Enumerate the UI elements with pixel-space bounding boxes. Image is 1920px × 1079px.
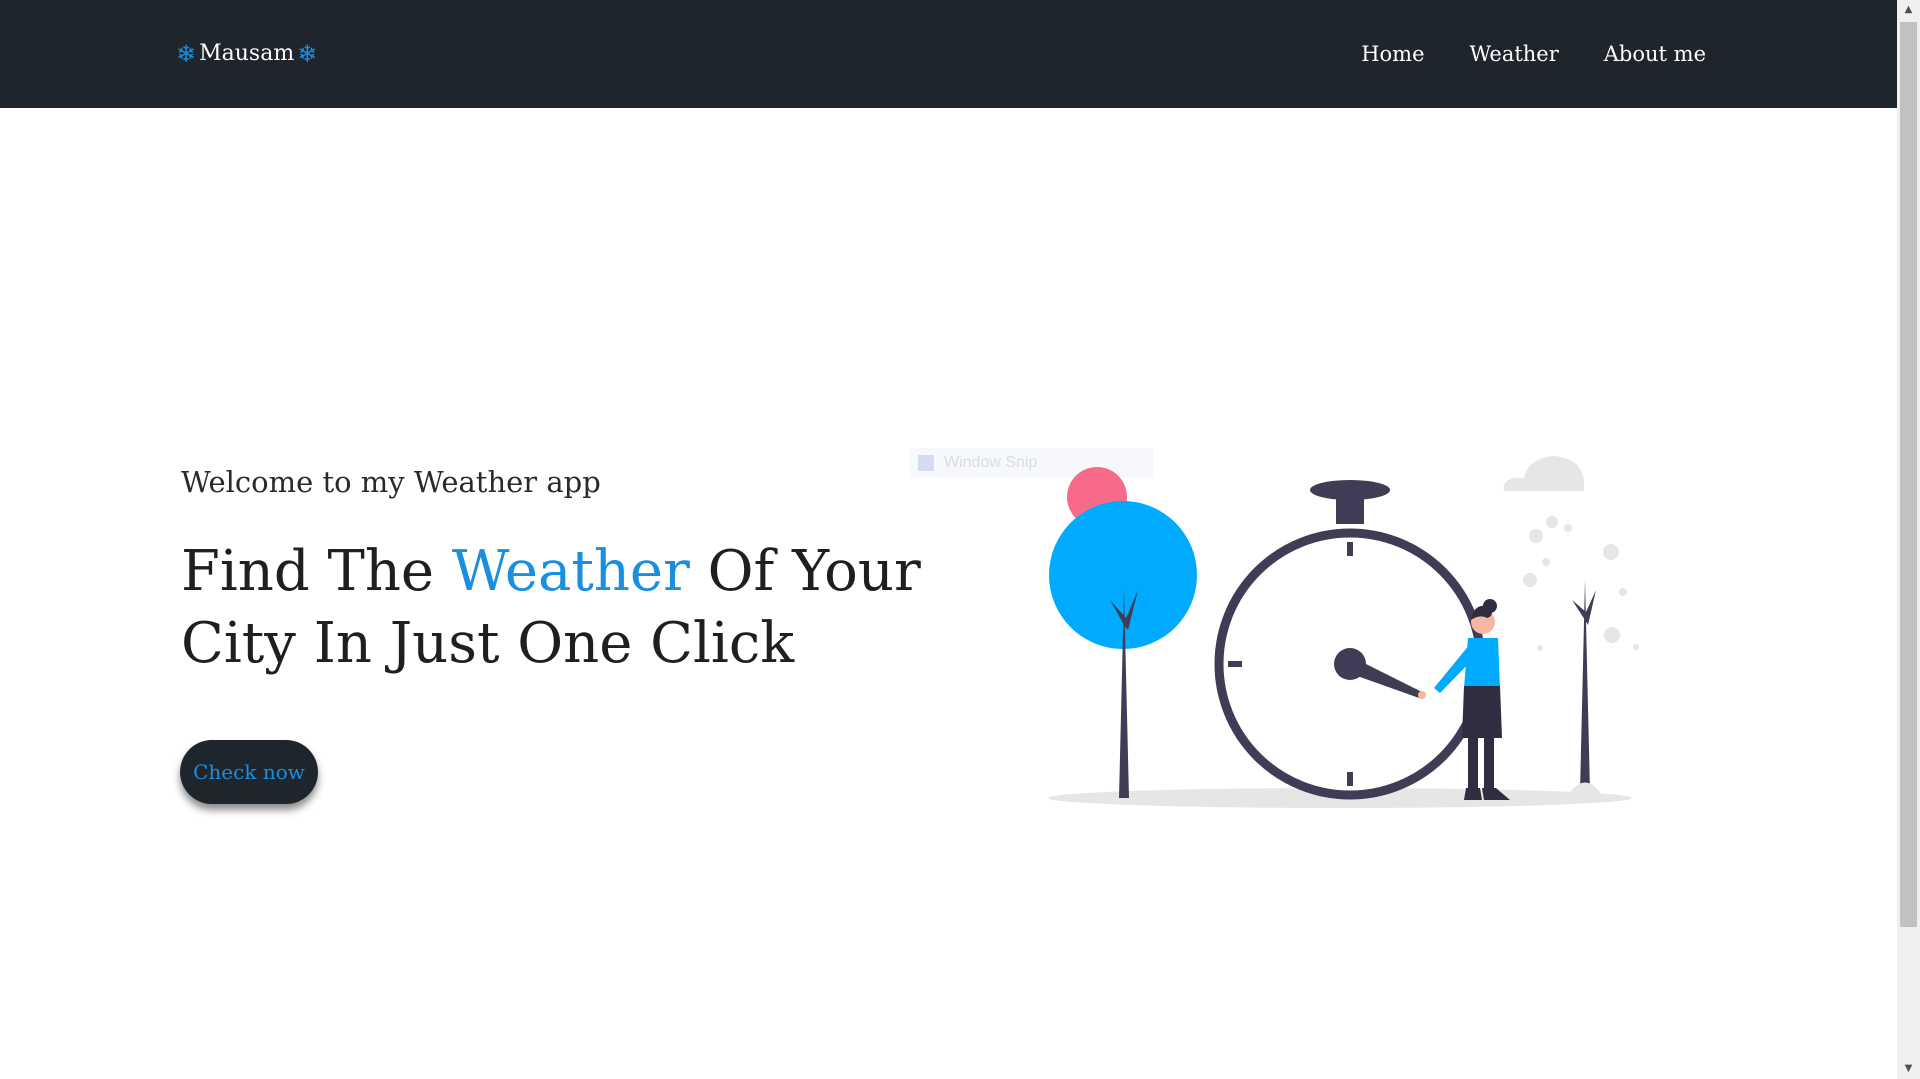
scroll-thumb[interactable] [1900, 22, 1917, 927]
snow-pile [1568, 782, 1602, 795]
clock-stem [1336, 492, 1364, 524]
navbar: ❄ Mausam ❄ Home Weather About me [0, 0, 1897, 108]
snowflake-icon: ❄ [176, 40, 197, 68]
window-snip-label: Window Snip [944, 454, 1038, 471]
person-hand [1418, 691, 1426, 699]
window-snip-icon [918, 455, 934, 471]
clock-tick-9 [1228, 661, 1242, 667]
brand-name: Mausam [199, 41, 295, 66]
brand-link[interactable]: ❄ Mausam ❄ [176, 37, 317, 71]
hero-subtitle: Welcome to my Weather app [181, 465, 601, 499]
blue-tree-canopy [1049, 501, 1197, 649]
nav-link-about-me[interactable]: About me [1604, 37, 1706, 71]
page: ❄ Mausam ❄ Home Weather About me Welcome… [0, 0, 1897, 1079]
nav-link-home[interactable]: Home [1361, 37, 1424, 71]
headline-accent: Weather [451, 539, 690, 604]
snowflake-icon: ❄ [297, 40, 318, 68]
cloud [1503, 456, 1584, 491]
hero-headline: Find The Weather Of Your City In Just On… [181, 536, 941, 680]
weather-clock-illustration [1048, 456, 1639, 808]
nav-links: Home Weather About me [1361, 37, 1706, 71]
clock-tick-12 [1347, 542, 1353, 556]
scroll-down-arrow-icon[interactable]: ▼ [1897, 1059, 1920, 1079]
nav-link-weather[interactable]: Weather [1470, 37, 1559, 71]
person-leg-left [1468, 736, 1478, 792]
clock-tick-6 [1347, 772, 1353, 786]
person-leg-right [1484, 736, 1494, 792]
headline-part-1: Find The [181, 539, 452, 604]
snowflakes [1523, 516, 1639, 651]
check-now-button[interactable]: Check now [180, 740, 318, 804]
vertical-scrollbar[interactable]: ▲ ▼ [1897, 0, 1920, 1079]
person-skirt [1462, 686, 1502, 738]
scroll-up-arrow-icon[interactable]: ▲ [1897, 0, 1920, 20]
right-tree-branch [1572, 590, 1596, 625]
